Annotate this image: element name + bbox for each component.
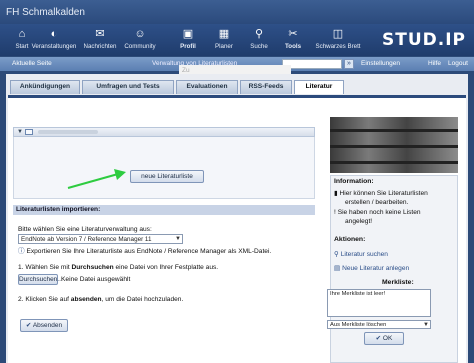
step1-part-a: 1. Wählen Sie mit <box>18 264 72 271</box>
overlay-text: Zu <box>182 67 190 74</box>
step1-text: 1. Wählen Sie mit Durchsuchen eine Datei… <box>18 264 218 271</box>
tab-umfragen[interactable]: Umfragen und Tests <box>82 80 174 94</box>
submit-label: Absenden <box>32 322 63 329</box>
select-value: EndNote ab Version 7 / Reference Manager… <box>21 236 152 243</box>
community-icon: ☺ <box>134 28 146 40</box>
info-list-icon: ▮ <box>334 190 338 197</box>
top-bar: FH Schmalkalden <box>0 0 474 24</box>
step2-part-a: 2. Klicken Sie auf <box>18 296 71 303</box>
library-image <box>330 117 458 173</box>
exclamation-icon: ! <box>334 209 336 216</box>
collapse-icon[interactable]: ▼ <box>17 129 23 135</box>
nav-label: Veranstaltungen <box>31 43 77 50</box>
folder-icon <box>25 129 33 135</box>
tab-ankuendigungen[interactable]: Ankündigungen <box>10 80 80 94</box>
site-title: FH Schmalkalden <box>6 7 85 18</box>
quick-search-input[interactable] <box>282 59 342 69</box>
nav-label: Schwarzes Brett <box>315 43 361 50</box>
info-icon: ⓘ <box>18 248 25 255</box>
search-icon: ⚲ <box>334 251 339 258</box>
new-literature-link[interactable]: ▤ Neue Literatur anlegen <box>334 264 409 273</box>
current-page-label: Aktuelle Seite <box>12 60 52 67</box>
nav-item-community[interactable]: ☺ Community <box>118 26 162 50</box>
check-icon: ✔ <box>375 335 382 342</box>
profile-icon: ▣ <box>182 28 194 40</box>
info1-line1: Hier können Sie Literaturlisten <box>339 190 428 197</box>
nav-label: Suche <box>250 43 268 50</box>
tab-rss-feeds[interactable]: RSS-Feeds <box>240 80 292 94</box>
search-literature-link[interactable]: ⚲ Literatur suchen <box>334 250 388 259</box>
step1-part-c: eine Datei von Ihrer Festplatte aus. <box>113 264 219 271</box>
tab-bar: Ankündigungen Umfragen und Tests Evaluat… <box>6 80 466 94</box>
no-file-label: Keine Datei ausgewählt <box>61 276 131 283</box>
tab-evaluationen[interactable]: Evaluationen <box>176 80 238 94</box>
new-literature-list-button[interactable]: neue Literaturliste <box>130 170 204 183</box>
reference-manager-select[interactable]: EndNote ab Version 7 / Reference Manager… <box>18 234 183 244</box>
courses-icon: ◐ <box>50 28 58 40</box>
step1-browse-word: Durchsuchen <box>71 264 114 271</box>
nav-label: Start <box>15 43 29 50</box>
info-item-2: ! Sie haben noch keine Listen <box>334 208 421 217</box>
info2-line2: angelegt! <box>345 218 373 225</box>
mail-icon: ✉ <box>95 28 105 40</box>
new-literature-label: Neue Literatur anlegen <box>342 265 410 272</box>
ok-label: OK <box>382 335 393 342</box>
merkliste-empty-text: Ihre Merkliste ist leer! <box>330 291 386 297</box>
nav-label: Tools <box>284 43 302 50</box>
nav-item-nachrichten[interactable]: ✉ Nachrichten <box>78 26 122 50</box>
info1-line2: erstellen / bearbeiten. <box>345 199 409 206</box>
info-title: Information: <box>334 178 374 185</box>
export-hint: ⓘ Exportieren Sie Ihre Literaturliste au… <box>18 245 271 255</box>
import-section-title: Literaturlisten importieren: <box>13 205 315 215</box>
merkliste-select-value: Aus Merkliste löschen <box>330 322 387 328</box>
merkliste-listbox[interactable]: Ihre Merkliste ist leer! <box>327 289 431 317</box>
browse-button[interactable]: Durchsuchen... <box>18 274 63 285</box>
home-icon: ⌂ <box>18 28 26 40</box>
new-doc-icon: ▤ <box>334 265 341 272</box>
choose-manager-label: Bitte wählen Sie eine Literaturverwaltun… <box>18 226 152 233</box>
literature-list-header[interactable]: ▼ <box>13 127 315 137</box>
logout-link[interactable]: Logout <box>448 60 468 67</box>
chevron-down-icon: ▼ <box>423 322 429 328</box>
merkliste-title: Merkliste: <box>382 279 414 286</box>
search-literature-label: Literatur suchen <box>340 251 388 258</box>
board-icon: ◫ <box>332 28 344 40</box>
nav-item-schwarzes-brett[interactable]: ◫ Schwarzes Brett <box>308 26 368 50</box>
nav-item-veranstaltungen[interactable]: ◐ Veranstaltungen <box>28 26 80 50</box>
step2-text: 2. Klicken Sie auf absenden, um die Date… <box>18 296 183 303</box>
chevron-down-icon: ▼ <box>175 236 181 242</box>
step2-part-c: , um die Datei hochzuladen. <box>101 296 184 303</box>
nav-label: Profil <box>180 43 196 50</box>
export-hint-text: Exportieren Sie Ihre Literaturliste aus … <box>26 248 272 255</box>
merkliste-action-select[interactable]: Aus Merkliste löschen ▼ <box>327 320 431 329</box>
quick-search-button[interactable]: » <box>344 59 354 69</box>
submit-button[interactable]: ✔ Absenden <box>20 319 68 332</box>
info2-line1: Sie haben noch keine Listen <box>337 209 421 216</box>
search-icon: ⚲ <box>254 28 264 40</box>
nav-label: Planer <box>215 43 233 50</box>
info-item-1: ▮ Hier können Sie Literaturlisten <box>334 189 428 198</box>
studip-logo: STUD.IP <box>382 30 466 50</box>
step2-submit-word: absenden <box>70 296 102 303</box>
green-arrow-annotation <box>67 169 126 189</box>
literature-list-body <box>13 137 315 199</box>
check-icon: ✔ <box>25 322 32 329</box>
tab-literatur[interactable]: Literatur <box>294 80 344 94</box>
tools-icon: ✂ <box>288 28 298 40</box>
list-title-redacted <box>38 130 98 134</box>
settings-link[interactable]: Einstellungen <box>361 60 400 67</box>
actions-title: Aktionen: <box>334 236 366 243</box>
nav-label: Community <box>124 43 156 50</box>
help-link[interactable]: Hilfe <box>428 60 441 67</box>
calendar-icon: ▦ <box>218 28 230 40</box>
ok-button[interactable]: ✔ OK <box>364 332 404 345</box>
nav-label: Nachrichten <box>83 43 117 50</box>
